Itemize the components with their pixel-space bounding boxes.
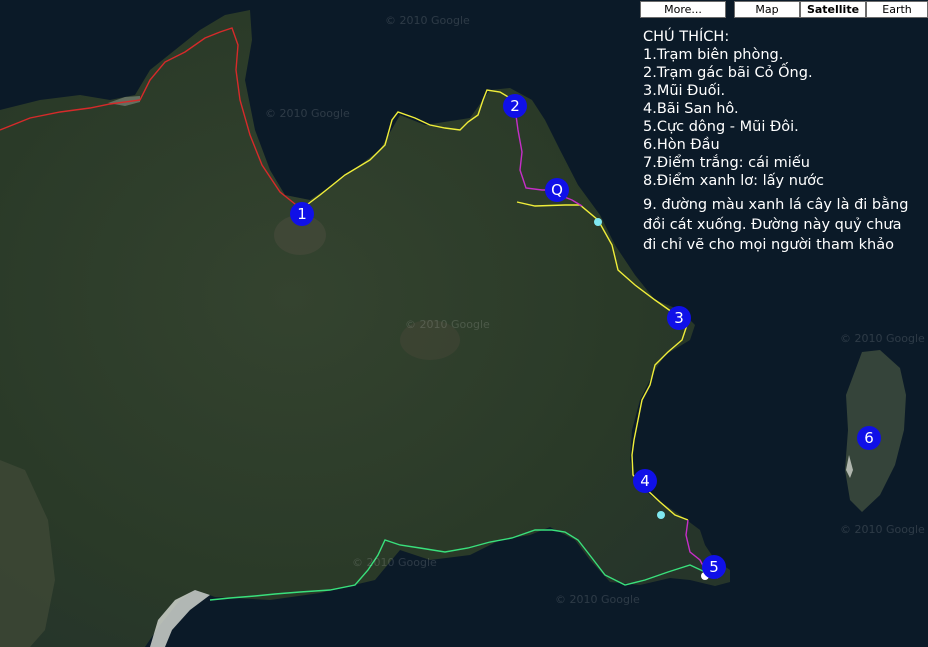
marker-3[interactable]: 3 — [667, 306, 691, 330]
earth-button[interactable]: Earth — [866, 1, 928, 18]
legend-item: 2.Trạm gác bãi Cỏ Ống. — [643, 65, 813, 81]
marker-6[interactable]: 6 — [857, 426, 881, 450]
watermark: © 2010 Google — [840, 523, 925, 536]
legend-item: 8.Điểm xanh lơ: lấy nước — [643, 173, 824, 189]
marker-1[interactable]: 1 — [290, 202, 314, 226]
watermark: © 2010 Google — [352, 556, 437, 569]
legend: CHÚ THÍCH: 1.Trạm biên phòng. 2.Trạm gác… — [643, 28, 928, 255]
marker-4[interactable]: 4 — [633, 469, 657, 493]
watermark: © 2010 Google — [840, 332, 925, 345]
legend-item: 5.Cực dông - Mũi Đôi. — [643, 119, 799, 135]
map-button[interactable]: Map — [734, 1, 800, 18]
watermark: © 2010 Google — [555, 593, 640, 606]
legend-item: 6.Hòn Đầu — [643, 137, 720, 153]
satellite-button[interactable]: Satellite — [800, 1, 866, 18]
more-button[interactable]: More... — [640, 1, 726, 18]
map-type-controls: More... Map Satellite Earth — [0, 1, 928, 19]
watermark: © 2010 Google — [265, 107, 350, 120]
legend-item: 4.Bãi San hô. — [643, 101, 739, 117]
legend-title: CHÚ THÍCH: — [643, 29, 730, 45]
legend-item: 3.Mũi Đuối. — [643, 83, 726, 99]
legend-item: 7.Điểm trắng: cái miếu — [643, 155, 810, 171]
marker-5[interactable]: 5 — [702, 555, 726, 579]
watermark: © 2010 Google — [405, 318, 490, 331]
marker-q[interactable]: Q — [545, 178, 569, 202]
legend-item: 1.Trạm biên phòng. — [643, 47, 784, 63]
legend-note: 9. đường màu xanh lá cây là đi bằng đồi … — [643, 197, 909, 253]
water-point-1[interactable] — [594, 218, 602, 226]
marker-2[interactable]: 2 — [503, 94, 527, 118]
water-point-2[interactable] — [657, 511, 665, 519]
